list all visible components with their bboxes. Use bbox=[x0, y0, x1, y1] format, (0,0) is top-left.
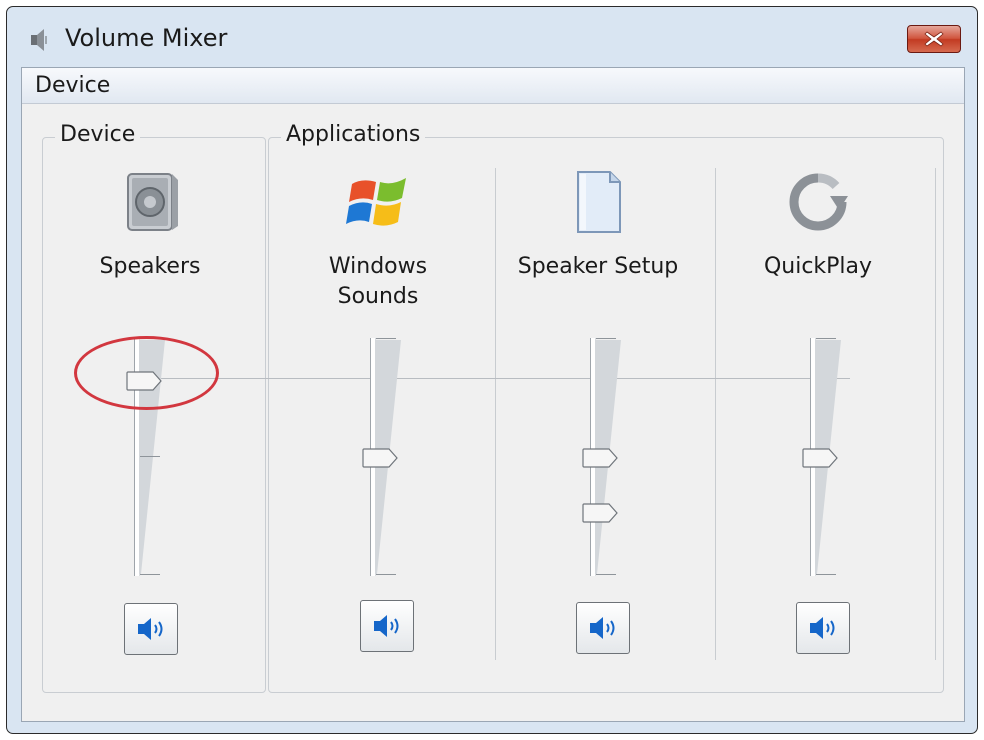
column-separator bbox=[715, 168, 716, 660]
slider-thumb[interactable] bbox=[362, 448, 398, 468]
quickplay-label: QuickPlay bbox=[763, 254, 873, 279]
slider-tick bbox=[596, 574, 616, 575]
windows-sounds-label-line1: Windows bbox=[328, 254, 428, 279]
slider-tick bbox=[140, 456, 160, 457]
device-group-label: Device bbox=[55, 122, 141, 148]
speakers-label: Speakers bbox=[99, 254, 201, 279]
applications-group-label: Applications bbox=[281, 122, 426, 148]
column-separator bbox=[935, 168, 936, 660]
slider-thumb[interactable] bbox=[582, 448, 618, 468]
menu-device[interactable]: Device bbox=[35, 73, 110, 98]
quickplay-icon bbox=[789, 173, 848, 231]
windows-logo-icon bbox=[346, 178, 406, 226]
document-icon bbox=[577, 171, 621, 233]
speaker-volume-icon bbox=[810, 617, 835, 639]
slider-thumb-secondary[interactable] bbox=[582, 503, 618, 523]
quickplay-volume-slider[interactable] bbox=[798, 338, 858, 578]
quickplay-mute-button[interactable] bbox=[796, 602, 850, 654]
slider-tick bbox=[596, 338, 616, 339]
master-volume-line bbox=[160, 378, 850, 379]
slider-tick bbox=[140, 574, 160, 575]
slider-tick bbox=[816, 338, 836, 339]
speaker-volume-icon bbox=[590, 617, 615, 639]
slider-thumb[interactable] bbox=[802, 448, 838, 468]
speakers-mute-button[interactable] bbox=[124, 603, 178, 655]
slider-tick bbox=[376, 338, 396, 339]
windows-sounds-volume-slider[interactable] bbox=[358, 338, 418, 578]
windows-sounds-mute-button[interactable] bbox=[360, 600, 414, 652]
speakers-icon bbox=[127, 173, 178, 231]
slider-tick bbox=[816, 574, 836, 575]
windows-sounds-label: Windows Sounds bbox=[268, 252, 488, 312]
close-button[interactable] bbox=[907, 25, 961, 53]
speaker-setup-volume-slider[interactable] bbox=[578, 338, 638, 578]
title-bar[interactable]: Volume Mixer bbox=[7, 7, 977, 69]
column-separator bbox=[495, 168, 496, 660]
slider-tick bbox=[376, 574, 396, 575]
highlight-circle bbox=[74, 336, 219, 410]
close-x-icon bbox=[924, 31, 944, 47]
window-title: Volume Mixer bbox=[65, 24, 228, 52]
speaker-setup-mute-button[interactable] bbox=[576, 602, 630, 654]
speaker-small-icon bbox=[31, 29, 47, 51]
speaker-volume-icon bbox=[374, 615, 399, 637]
speaker-volume-icon bbox=[138, 618, 163, 640]
menu-bar: Device bbox=[22, 68, 964, 104]
speaker-setup-label: Speaker Setup bbox=[517, 254, 679, 279]
windows-sounds-label-line2: Sounds bbox=[337, 284, 419, 309]
